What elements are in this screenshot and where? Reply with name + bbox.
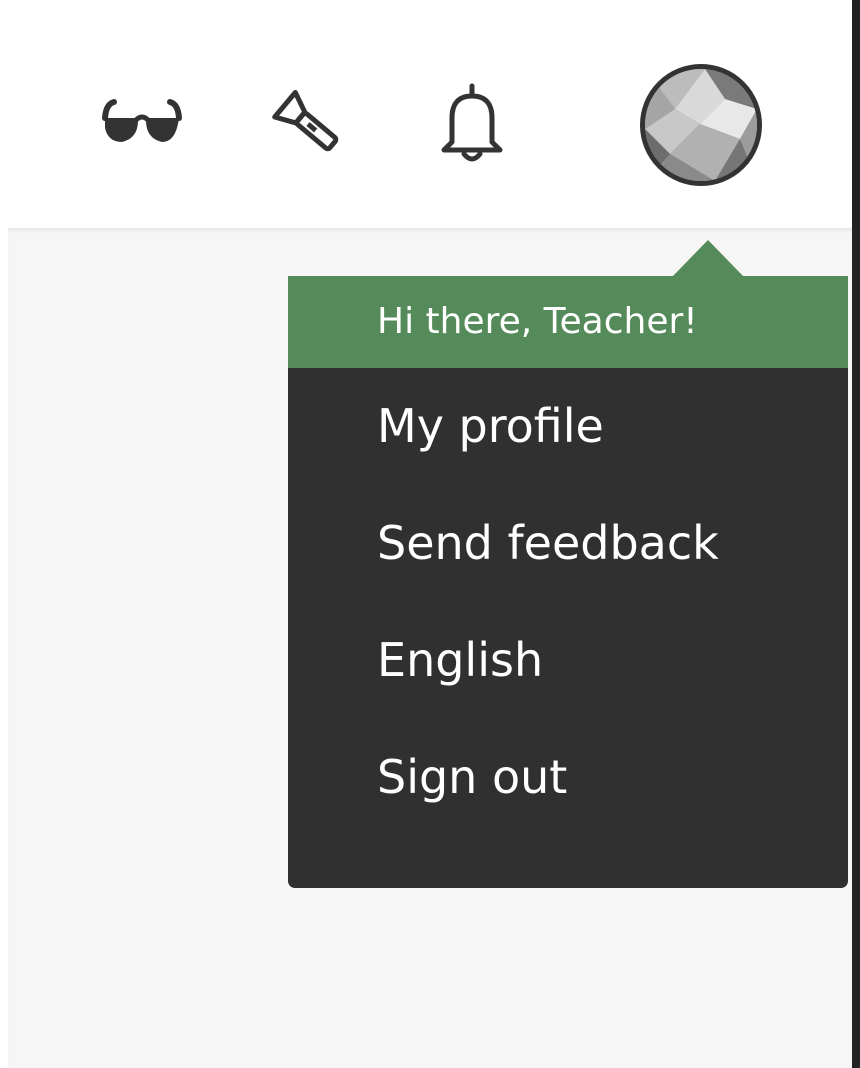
user-avatar[interactable] (640, 64, 762, 186)
notifications-button[interactable] (432, 82, 512, 166)
menu-item-my-profile[interactable]: My profile (288, 368, 848, 485)
flashlight-button[interactable] (272, 84, 344, 164)
menu-caret (672, 240, 744, 277)
glasses-icon (102, 99, 182, 142)
avatar-image (645, 69, 757, 181)
menu-item-sign-out[interactable]: Sign out (288, 719, 848, 836)
menu-item-language[interactable]: English (288, 602, 848, 719)
menu-item-send-feedback[interactable]: Send feedback (288, 485, 848, 602)
bell-icon (441, 83, 503, 162)
window-edge (852, 0, 860, 1068)
flashlight-icon (272, 89, 339, 152)
glasses-button[interactable] (100, 92, 184, 156)
user-dropdown-menu: Hi there, Teacher! My profile Send feedb… (288, 276, 848, 888)
menu-greeting: Hi there, Teacher! (288, 276, 848, 368)
left-edge (0, 0, 8, 1068)
